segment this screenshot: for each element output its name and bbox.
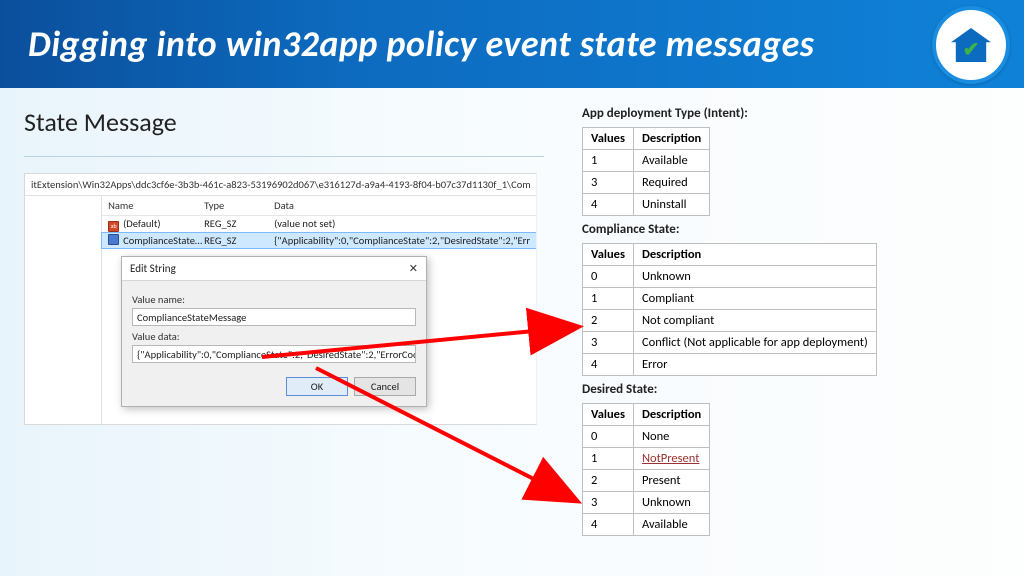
checkmark-icon: ✔: [951, 28, 991, 62]
value-cell: 4: [583, 194, 634, 216]
description-cell: Present: [633, 470, 709, 492]
description-cell: NotPresent: [633, 448, 709, 470]
regedit-row[interactable]: ab(Default)REG_SZ(value not set): [102, 216, 536, 233]
description-cell: Conflict (Not applicable for app deploym…: [633, 332, 876, 354]
desired-state-heading: Desired State:: [582, 382, 992, 397]
reg-string-icon: ab: [108, 221, 119, 232]
regedit-tree-panel: [25, 196, 102, 424]
description-cell: Available: [633, 150, 709, 172]
deployment-type-table: ValuesDescription1Available3Required4Uni…: [582, 127, 710, 216]
regedit-row[interactable]: ComplianceState…REG_SZ{"Applicability":0…: [102, 233, 536, 248]
description-cell: Not compliant: [633, 310, 876, 332]
value-cell: 3: [583, 492, 634, 514]
table-row: 1 NotPresent: [583, 448, 710, 470]
value-name-field[interactable]: ComplianceStateMessage: [132, 308, 416, 326]
value-cell: 1: [583, 448, 634, 470]
description-cell: Unknown: [633, 492, 709, 514]
description-cell: Error: [633, 354, 876, 376]
table-row: 2Present: [583, 470, 710, 492]
col-data: Data: [274, 199, 530, 212]
title-bar: Digging into win32app policy event state…: [0, 0, 1024, 88]
section-heading: State Message: [24, 106, 544, 138]
description-cell: None: [633, 426, 709, 448]
table-row: 2Not compliant: [583, 310, 877, 332]
regedit-window: itExtension\Win32Apps\ddc3cf6e-3b3b-461c…: [24, 173, 537, 425]
table-header: Description: [633, 404, 709, 426]
regedit-columns-header: Name Type Data: [102, 196, 536, 216]
value-cell: 1: [583, 288, 634, 310]
cancel-button[interactable]: Cancel: [354, 377, 416, 396]
value-data-field[interactable]: {"Applicability":0,"ComplianceState":2,"…: [132, 345, 416, 363]
compliance-state-heading: Compliance State:: [582, 222, 992, 237]
value-cell: 2: [583, 310, 634, 332]
regedit-address-path: itExtension\Win32Apps\ddc3cf6e-3b3b-461c…: [25, 174, 536, 196]
reg-string-icon: [108, 234, 119, 245]
value-cell: 4: [583, 354, 634, 376]
table-row: 3Required: [583, 172, 710, 194]
ok-button[interactable]: OK: [286, 377, 348, 396]
value-cell: 3: [583, 172, 634, 194]
close-icon[interactable]: ✕: [409, 262, 418, 275]
description-cell: Compliant: [633, 288, 876, 310]
table-header: Description: [633, 128, 709, 150]
table-header: Description: [633, 244, 876, 266]
value-cell: 0: [583, 266, 634, 288]
value-cell: 4: [583, 514, 634, 536]
table-row: 1Compliant: [583, 288, 877, 310]
dialog-title: Edit String: [130, 262, 176, 275]
table-row: 0Unknown: [583, 266, 877, 288]
table-row: 4Error: [583, 354, 877, 376]
table-row: 3Conflict (Not applicable for app deploy…: [583, 332, 877, 354]
table-row: 1Available: [583, 150, 710, 172]
compliance-state-table: ValuesDescription0Unknown1Compliant2Not …: [582, 243, 877, 376]
value-cell: 1: [583, 150, 634, 172]
value-name-label: Value name:: [132, 293, 416, 306]
table-row: 3Unknown: [583, 492, 710, 514]
table-header: Values: [583, 404, 634, 426]
value-cell: 3: [583, 332, 634, 354]
table-row: 0None: [583, 426, 710, 448]
table-header: Values: [583, 128, 634, 150]
col-type: Type: [204, 199, 274, 212]
notpresent-link[interactable]: NotPresent: [642, 451, 699, 466]
col-name: Name: [108, 199, 204, 212]
description-cell: Unknown: [633, 266, 876, 288]
description-cell: Uninstall: [633, 194, 709, 216]
brand-logo: ✔: [932, 6, 1010, 84]
deployment-type-heading: App deployment Type (Intent):: [582, 106, 992, 121]
description-cell: Required: [633, 172, 709, 194]
description-cell: Available: [633, 514, 709, 536]
table-row: 4Uninstall: [583, 194, 710, 216]
edit-string-dialog: Edit String ✕ Value name: ComplianceStat…: [121, 256, 427, 407]
slide-title: Digging into win32app policy event state…: [28, 22, 814, 66]
table-header: Values: [583, 244, 634, 266]
value-cell: 2: [583, 470, 634, 492]
value-cell: 0: [583, 426, 634, 448]
table-row: 4Available: [583, 514, 710, 536]
desired-state-table: ValuesDescription0None1 NotPresent 2Presen…: [582, 403, 710, 536]
value-data-label: Value data:: [132, 330, 416, 343]
